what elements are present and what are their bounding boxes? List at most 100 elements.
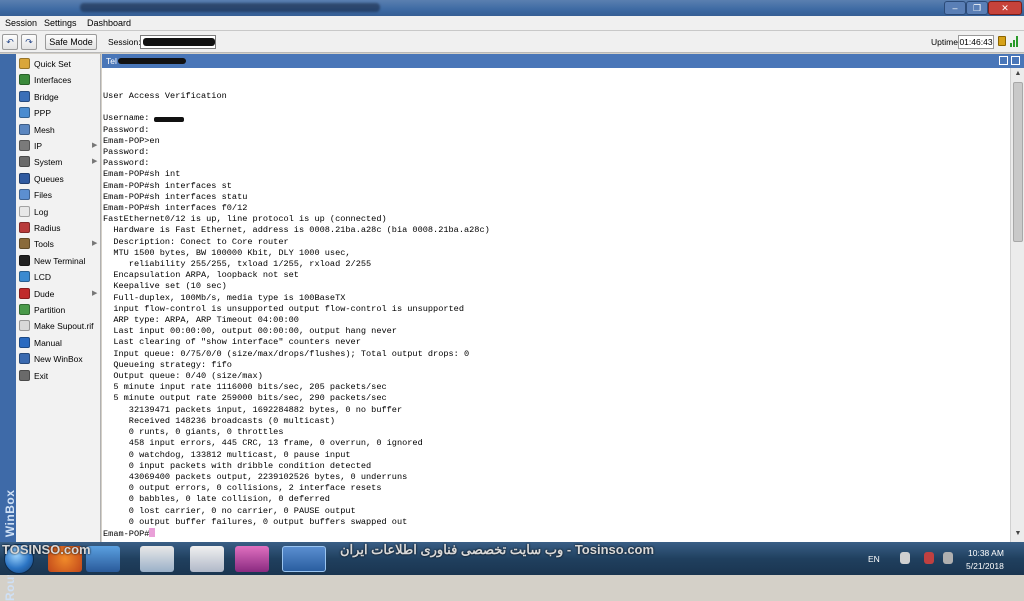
sidebar-item-interfaces[interactable]: Interfaces xyxy=(16,72,101,88)
scroll-thumb[interactable] xyxy=(1013,82,1023,242)
redo-icon: ↷ xyxy=(25,37,33,47)
paint-icon[interactable] xyxy=(235,546,269,572)
submenu-arrow-icon: ▶ xyxy=(92,240,98,248)
terminal-line: 0 babbles, 0 late collision, 0 deferred xyxy=(103,494,330,505)
session-label: Session: xyxy=(108,37,141,47)
terminal-line: Emam-POP>en xyxy=(103,135,160,146)
files-icon xyxy=(19,189,30,201)
terminal-line: 32139471 packets input, 1692284882 bytes… xyxy=(103,404,403,415)
sidebar-item-queues[interactable]: Queues xyxy=(16,171,101,187)
sidebar: Quick Set Interfaces Bridge PPP Mesh IP ▶ Syste… xyxy=(16,54,101,542)
uptime-value: 01:46:43 xyxy=(958,35,994,49)
terminal-line: 5 minute output rate 259000 bits/sec, 29… xyxy=(103,393,387,404)
sidebar-item-system[interactable]: System ▶ xyxy=(16,154,101,170)
menu-settings[interactable]: Settings xyxy=(44,18,77,28)
sidebar-item-lcd[interactable]: LCD xyxy=(16,269,101,285)
username-redaction xyxy=(154,117,184,122)
sidebar-item-manual[interactable]: Manual xyxy=(16,335,101,351)
sidebar-item-files[interactable]: Files xyxy=(16,187,101,203)
session-field[interactable] xyxy=(140,35,216,49)
terminal-icon xyxy=(19,254,30,266)
sidebar-item-label: Dude xyxy=(34,288,55,299)
terminal-line: Output queue: 0/40 (size/max) xyxy=(103,371,263,382)
terminal-line: Password: xyxy=(103,158,150,169)
sidebar-item-ppp[interactable]: PPP xyxy=(16,105,101,121)
terminal-line: Input queue: 0/75/0/0 (size/max/drops/fl… xyxy=(103,348,470,359)
menu-session[interactable]: Session xyxy=(5,18,37,28)
ppp-icon xyxy=(19,107,30,119)
terminal-line: 0 watchdog, 133812 multicast, 0 pause in… xyxy=(103,449,351,460)
terminal-line: 5 minute input rate 1116000 bits/sec, 20… xyxy=(103,382,387,393)
terminal-line: Keepalive set (10 sec) xyxy=(103,281,227,292)
sidebar-item-quick-set[interactable]: Quick Set xyxy=(16,56,101,72)
partition-icon xyxy=(19,304,30,315)
terminal-line: Emam-POP#sh interfaces st xyxy=(103,180,232,191)
terminal-line: reliability 255/255, txload 1/255, rxloa… xyxy=(103,259,372,270)
undo-button[interactable]: ↶ xyxy=(2,34,18,50)
terminal-line: 0 output errors, 0 collisions, 2 interfa… xyxy=(103,483,382,494)
sidebar-item-label: Tools xyxy=(34,239,54,250)
terminal-close-button[interactable] xyxy=(1011,56,1020,65)
manual-icon xyxy=(19,336,30,348)
clock-time[interactable]: 10:38 AM xyxy=(968,548,1004,558)
watermark-left: TOSINSO.com xyxy=(2,542,91,557)
terminal-title: Tel xyxy=(106,56,117,66)
terminal-line: 0 runts, 0 giants, 0 throttles xyxy=(103,427,284,438)
clock-date[interactable]: 5/21/2018 xyxy=(966,561,1004,571)
terminal-line: 43069400 packets output, 2239102526 byte… xyxy=(103,471,408,482)
safe-mode-button[interactable]: Safe Mode xyxy=(45,34,97,50)
chat-icon[interactable] xyxy=(86,546,120,572)
scroll-up-icon[interactable]: ▲ xyxy=(1012,68,1024,80)
sidebar-item-label: LCD xyxy=(34,272,52,283)
scroll-down-icon[interactable]: ▼ xyxy=(1012,528,1024,540)
sidebar-item-log[interactable]: Log xyxy=(16,204,101,220)
sidebar-item-mesh[interactable]: Mesh xyxy=(16,122,101,138)
sidebar-item-label: Exit xyxy=(34,370,49,381)
terminal-body[interactable]: User Access Verification Username: Passw… xyxy=(102,68,1010,542)
terminal-restore-button[interactable] xyxy=(999,56,1008,65)
maximize-button[interactable]: ❐ xyxy=(966,1,988,15)
menu-dashboard[interactable]: Dashboard xyxy=(87,18,131,28)
sidebar-item-new-terminal[interactable]: New Terminal xyxy=(16,253,101,269)
sidebar-item-label: PPP xyxy=(34,108,52,119)
terminal-line: Emam-POP#sh interfaces f0/12 xyxy=(103,203,248,214)
radius-icon xyxy=(19,222,30,233)
sidebar-item-label: Bridge xyxy=(34,91,59,102)
terminal-line: FastEthernet0/12 is up, line protocol is… xyxy=(103,214,387,225)
sidebar-item-label: Files xyxy=(34,190,52,201)
sidebar-item-partition[interactable]: Partition xyxy=(16,302,101,318)
sidebar-item-label: Queues xyxy=(34,173,64,184)
sidebar-item-label: IP xyxy=(34,141,43,151)
explorer-icon[interactable] xyxy=(140,546,174,572)
bridge-icon xyxy=(19,90,30,102)
redo-button[interactable]: ↷ xyxy=(21,34,37,50)
menu-bar: Session Settings Dashboard xyxy=(0,16,1024,31)
terminal-line: Last clearing of "show interface" counte… xyxy=(103,337,361,348)
terminal-line: Password: xyxy=(103,124,150,135)
sidebar-item-new-winbox[interactable]: New WinBox xyxy=(16,351,101,367)
brand-strip: RouterOS WinBox xyxy=(0,54,17,601)
winbox-task-icon[interactable] xyxy=(282,546,326,572)
sidebar-item-make-supout-rif[interactable]: Make Supout.rif xyxy=(16,318,101,334)
network-icon[interactable] xyxy=(190,546,224,572)
sidebar-item-dude[interactable]: Dude ▶ xyxy=(16,286,101,302)
sidebar-item-radius[interactable]: Radius xyxy=(16,220,101,236)
sidebar-item-tools[interactable]: Tools ▶ xyxy=(16,236,101,252)
tray-volume-icon[interactable] xyxy=(943,552,953,564)
terminal-line: Hardware is Fast Ethernet, address is 00… xyxy=(103,225,490,236)
tray-network-icon[interactable] xyxy=(924,552,934,564)
terminal-line: Password: xyxy=(103,147,150,158)
window-title-blurred xyxy=(80,3,380,12)
sidebar-item-bridge[interactable]: Bridge xyxy=(16,89,101,105)
sidebar-item-label: Radius xyxy=(34,223,61,233)
sidebar-item-label: New WinBox xyxy=(34,354,83,365)
terminal-scrollbar[interactable]: ▲ ▼ xyxy=(1010,68,1024,542)
sidebar-item-ip[interactable]: IP ▶ xyxy=(16,138,101,154)
exit-icon xyxy=(19,369,30,381)
close-button[interactable]: ✕ xyxy=(988,1,1022,15)
tray-flag-icon[interactable] xyxy=(900,552,910,564)
sidebar-item-label: Log xyxy=(34,206,49,217)
language-indicator[interactable]: EN xyxy=(868,554,880,564)
sidebar-item-exit[interactable]: Exit xyxy=(16,368,101,384)
minimize-button[interactable]: – xyxy=(944,1,966,15)
